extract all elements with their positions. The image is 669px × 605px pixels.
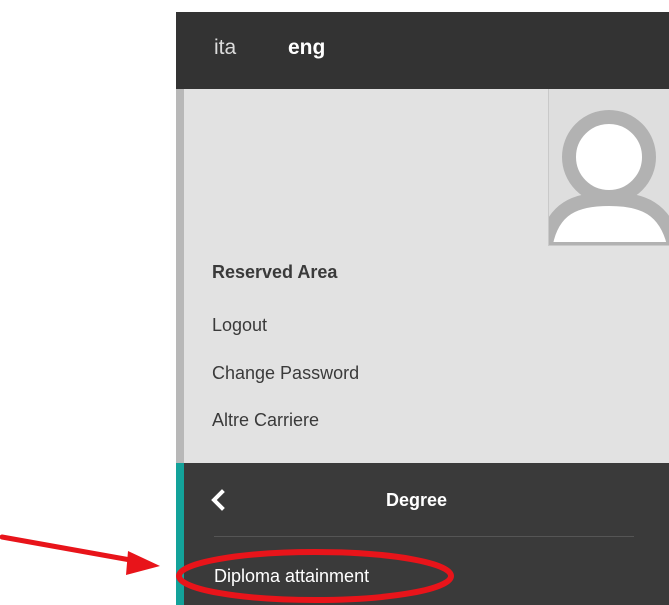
degree-menu: Degree Diploma attainment: [176, 463, 669, 605]
logout-link[interactable]: Logout: [212, 314, 267, 336]
language-eng-link[interactable]: eng: [288, 36, 325, 60]
change-password-link[interactable]: Change Password: [212, 362, 359, 384]
reserved-area-title: Reserved Area: [212, 262, 338, 282]
user-area: Reserved Area Logout Change Password Alt…: [176, 89, 669, 463]
user-avatar-icon: [548, 89, 669, 246]
degree-divider: [214, 536, 634, 537]
chevron-left-icon[interactable]: [210, 488, 226, 512]
altre-carriere-link[interactable]: Altre Carriere: [212, 409, 319, 431]
page: ita eng Reserved Area Logout Change Pass…: [0, 0, 669, 605]
diploma-attainment-item[interactable]: Diploma attainment: [214, 565, 369, 587]
language-ita-link[interactable]: ita: [214, 36, 236, 60]
degree-menu-accent: [176, 463, 184, 605]
sidebar-panel: ita eng Reserved Area Logout Change Pass…: [176, 12, 669, 605]
degree-menu-title: Degree: [386, 490, 448, 510]
language-bar: ita eng: [176, 12, 669, 89]
user-area-border: [176, 89, 184, 463]
red-arrow-icon: [0, 534, 160, 575]
